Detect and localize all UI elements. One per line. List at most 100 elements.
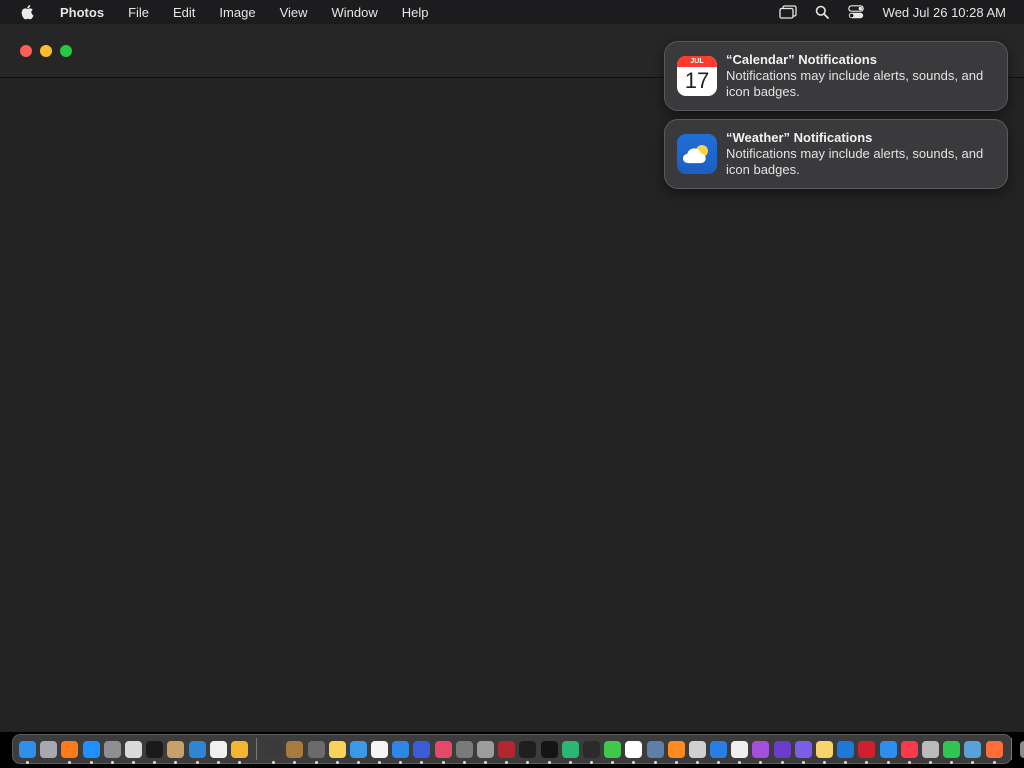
photos-icon[interactable] [985, 740, 1003, 764]
firefox-icon[interactable] [61, 740, 79, 764]
running-indicator [780, 760, 784, 764]
apple-menu-icon[interactable] [16, 0, 38, 24]
notes-icon[interactable] [328, 740, 346, 764]
running-indicator [589, 760, 593, 764]
magnifier-icon[interactable] [837, 740, 855, 764]
menu-help[interactable]: Help [390, 0, 441, 24]
running-indicator [632, 760, 636, 764]
app-store-icon[interactable] [82, 740, 100, 764]
menu-edit[interactable]: Edit [161, 0, 207, 24]
utility-icon[interactable] [921, 740, 939, 764]
terminal-icon[interactable] [146, 740, 164, 764]
script-editor-icon[interactable] [125, 740, 143, 764]
visual-studio-icon[interactable] [773, 740, 791, 764]
menu-view[interactable]: View [268, 0, 320, 24]
books-icon[interactable] [667, 740, 685, 764]
cloud-app-icon[interactable] [349, 740, 367, 764]
vscode-icon[interactable] [188, 740, 206, 764]
running-indicator [695, 760, 699, 764]
running-indicator [547, 760, 551, 764]
running-indicator [195, 760, 199, 764]
calendar-notification[interactable]: JUL 17 “Calendar” Notifications Notifica… [664, 41, 1008, 111]
notebook-icon[interactable] [286, 740, 304, 764]
launchpad-icon[interactable] [40, 740, 58, 758]
trash-icon[interactable] [1019, 740, 1024, 758]
keynote-icon[interactable] [710, 740, 728, 764]
running-indicator [132, 760, 136, 764]
notification-body: Notifications may include alerts, sounds… [726, 146, 984, 177]
menu-window[interactable]: Window [320, 0, 390, 24]
dock-separator [1010, 738, 1012, 760]
running-indicator [420, 760, 424, 764]
reminders-icon[interactable] [371, 740, 389, 764]
brush-app-icon[interactable] [167, 740, 185, 764]
apple-tv-icon[interactable] [540, 740, 558, 764]
notification-title: “Weather” Notifications [726, 130, 873, 145]
menu-app-name[interactable]: Photos [48, 0, 116, 24]
running-indicator [844, 760, 848, 764]
podcasts-icon[interactable] [752, 740, 770, 764]
running-indicator [356, 760, 360, 764]
checker-app-icon[interactable] [477, 740, 495, 764]
running-indicator [216, 760, 220, 764]
music-icon[interactable] [900, 740, 918, 764]
dictionary-icon[interactable] [498, 740, 516, 764]
running-indicator [759, 760, 763, 764]
screenshot-icon[interactable] [307, 740, 325, 764]
notification-body: Notifications may include alerts, sounds… [726, 68, 984, 99]
voice-memos-icon[interactable] [582, 740, 600, 764]
zoom-button[interactable] [60, 45, 72, 57]
preview-icon[interactable] [646, 740, 664, 764]
clock-icon[interactable] [731, 740, 749, 764]
keyboard-app-icon[interactable] [455, 740, 473, 764]
running-indicator [314, 760, 318, 764]
running-indicator [738, 760, 742, 764]
running-indicator [823, 760, 827, 764]
close-button[interactable] [20, 45, 32, 57]
running-indicator [68, 760, 72, 764]
weather-app-icon [677, 134, 717, 174]
home-icon[interactable] [230, 740, 248, 764]
running-indicator [928, 760, 932, 764]
calculator-icon[interactable] [688, 740, 706, 764]
menu-image[interactable]: Image [207, 0, 267, 24]
scribble-icon[interactable] [434, 740, 452, 764]
running-indicator [886, 760, 890, 764]
calendar-icon[interactable] [625, 740, 643, 764]
photo-editor-icon[interactable] [964, 740, 982, 764]
running-indicator [89, 760, 93, 764]
spotlight-search-icon[interactable] [811, 0, 833, 24]
notification-title: “Calendar” Notifications [726, 52, 877, 67]
running-indicator [237, 760, 241, 764]
safari-icon[interactable] [392, 740, 410, 764]
running-indicator [462, 760, 466, 764]
minimize-button[interactable] [40, 45, 52, 57]
messages-icon[interactable] [604, 740, 622, 764]
pipette-icon[interactable] [265, 740, 283, 764]
running-indicator [907, 760, 911, 764]
screen-mirroring-icon[interactable] [777, 0, 799, 24]
files-icon[interactable] [816, 740, 834, 764]
facetime-icon[interactable] [943, 740, 961, 764]
running-indicator [26, 760, 30, 764]
stocks-icon[interactable] [519, 740, 537, 764]
menu-bar-clock[interactable]: Wed Jul 26 10:28 AM [873, 5, 1024, 20]
find-my-icon[interactable] [561, 740, 579, 764]
running-indicator [272, 760, 276, 764]
running-indicator [505, 760, 509, 764]
running-indicator [293, 760, 297, 764]
running-indicator [378, 760, 382, 764]
control-center-icon[interactable] [845, 0, 867, 24]
system-settings-icon[interactable] [103, 740, 121, 764]
weather-notification[interactable]: “Weather” Notifications Notifications ma… [664, 119, 1008, 189]
mail-icon[interactable] [879, 740, 897, 764]
running-indicator [484, 760, 488, 764]
chat-app-icon[interactable] [794, 740, 812, 764]
photo-booth-icon[interactable] [858, 740, 876, 764]
stack-app-icon[interactable] [413, 740, 431, 764]
calendar-icon-month: JUL [677, 56, 717, 67]
text-app-icon[interactable] [209, 740, 227, 764]
menu-file[interactable]: File [116, 0, 161, 24]
running-indicator [674, 760, 678, 764]
finder-icon[interactable] [19, 740, 37, 764]
